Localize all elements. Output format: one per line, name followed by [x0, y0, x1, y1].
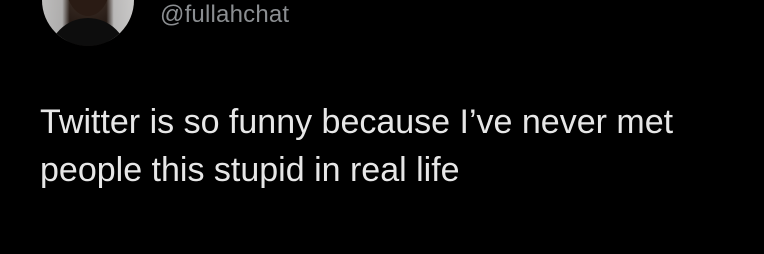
author-handle[interactable]: @fullahchat [160, 1, 289, 29]
tweet-text: Twitter is so funny because I’ve never m… [40, 103, 674, 189]
tweet-card: @fullahchat Twitter is so funny because … [0, 0, 764, 254]
avatar[interactable] [42, 0, 134, 46]
